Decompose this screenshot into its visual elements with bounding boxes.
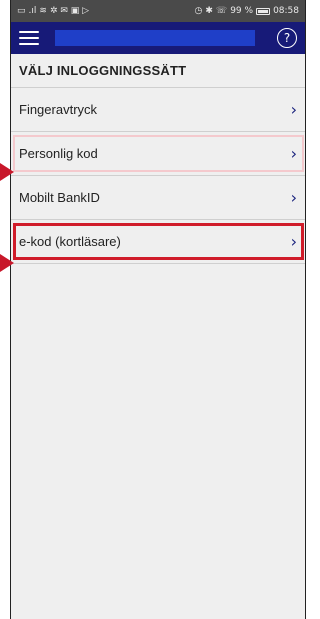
section-title: VÄLJ INLOGGNINGSSÄTT — [11, 54, 305, 88]
list-item-label: e-kod (kortläsare) — [19, 234, 121, 249]
wifi-icon: ≋ — [39, 5, 47, 16]
login-method-personal-code[interactable]: Personlig kod › — [11, 132, 305, 176]
list-item-label: Personlig kod — [19, 146, 98, 161]
chevron-right-icon: › — [290, 144, 297, 163]
annotation-arrow-ecode — [0, 254, 14, 272]
login-method-mobile-bankid[interactable]: Mobilt BankID › — [11, 176, 305, 220]
login-method-ecode-cardreader[interactable]: e-kod (kortläsare) › — [11, 220, 305, 264]
battery-percent: 99 % — [230, 6, 254, 16]
app-bar: ? — [11, 22, 305, 54]
list-item-label: Fingeravtryck — [19, 102, 98, 117]
bluetooth-icon: ✱ — [205, 5, 213, 16]
status-time: 08:58 — [273, 6, 299, 16]
chevron-right-icon: › — [290, 100, 297, 119]
login-method-list: Fingeravtryck › Personlig kod › Mobilt B… — [11, 88, 305, 264]
chevron-right-icon: › — [290, 188, 297, 207]
signal-icon: .ıl — [28, 5, 37, 16]
redacted-title — [55, 30, 255, 46]
battery-icon — [256, 7, 271, 15]
alarm-icon: ◷ — [194, 5, 203, 16]
status-bar-left: ▭ .ıl ≋ ✲ ✉ ▣ ▷ — [17, 5, 90, 16]
annotation-arrow-personal-code — [0, 163, 14, 181]
list-item-label: Mobilt BankID — [19, 190, 100, 205]
help-icon[interactable]: ? — [277, 28, 297, 48]
status-bar-right: ◷ ✱ ☏ 99 % 08:58 — [195, 6, 299, 16]
login-method-fingerprint[interactable]: Fingeravtryck › — [11, 88, 305, 132]
chevron-right-icon: › — [290, 232, 297, 251]
status-bar: ▭ .ıl ≋ ✲ ✉ ▣ ▷ ◷ ✱ ☏ 99 % 08:58 — [11, 0, 305, 22]
notification-icons: ✲ ✉ ▣ ▷ — [49, 5, 90, 16]
hamburger-menu-icon[interactable] — [19, 31, 39, 45]
sim-icon: ▭ — [17, 5, 26, 16]
phone-screen: ▭ .ıl ≋ ✲ ✉ ▣ ▷ ◷ ✱ ☏ 99 % 08:58 ? VÄLJ … — [10, 0, 306, 619]
call-icon: ☏ — [215, 5, 228, 16]
